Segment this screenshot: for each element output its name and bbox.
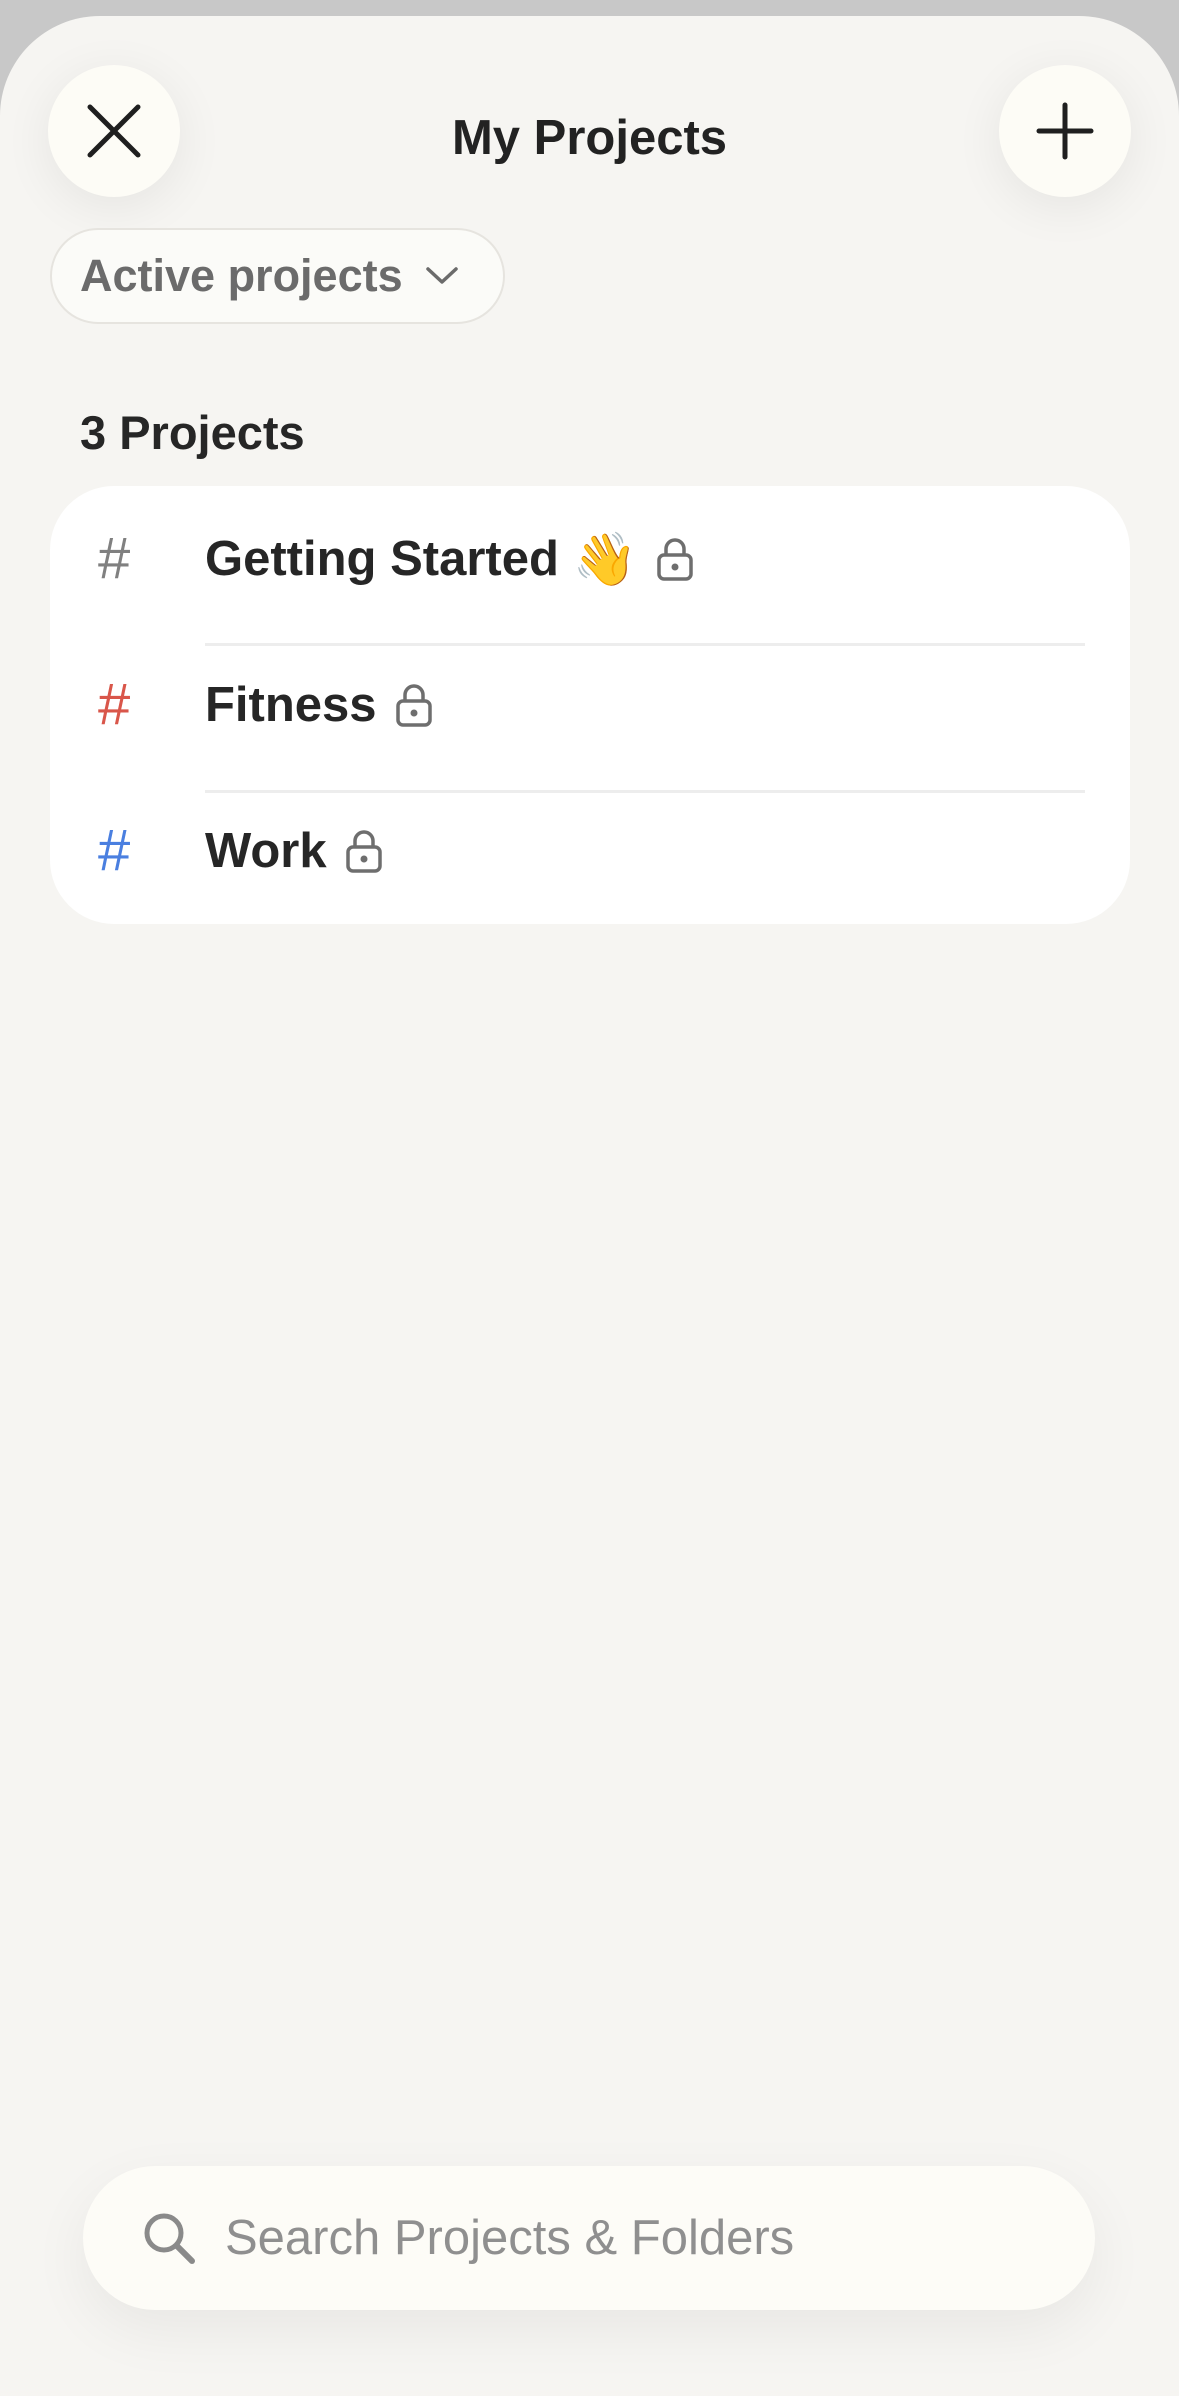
projects-sheet: My Projects Active projects 3 Projects #…	[0, 16, 1179, 2396]
lock-icon	[656, 537, 694, 581]
search-input[interactable]: Search Projects & Folders	[225, 2210, 794, 2266]
project-row-getting-started[interactable]: # Getting Started 👋	[50, 486, 1130, 632]
lock-icon	[395, 683, 433, 727]
project-name: Fitness	[205, 678, 377, 732]
search-bar[interactable]: Search Projects & Folders	[83, 2166, 1095, 2310]
project-row-work[interactable]: # Work	[50, 778, 1130, 924]
plus-icon	[1036, 102, 1094, 160]
project-filter-dropdown[interactable]: Active projects	[50, 228, 505, 324]
hash-icon: #	[98, 526, 131, 591]
chevron-down-icon	[425, 266, 459, 286]
lock-icon	[345, 829, 383, 873]
hash-icon: #	[98, 672, 131, 737]
project-row-fitness[interactable]: # Fitness	[50, 632, 1130, 778]
search-icon	[141, 2210, 197, 2271]
project-list: # Getting Started 👋 # Fitness # Work	[50, 486, 1130, 924]
project-name: Getting Started	[205, 532, 559, 586]
project-count: 3 Projects	[80, 406, 305, 459]
add-project-button[interactable]	[999, 65, 1131, 197]
hash-icon: #	[98, 818, 131, 883]
wave-emoji: 👋	[572, 530, 638, 589]
project-name: Work	[205, 824, 327, 878]
filter-label: Active projects	[80, 250, 403, 301]
